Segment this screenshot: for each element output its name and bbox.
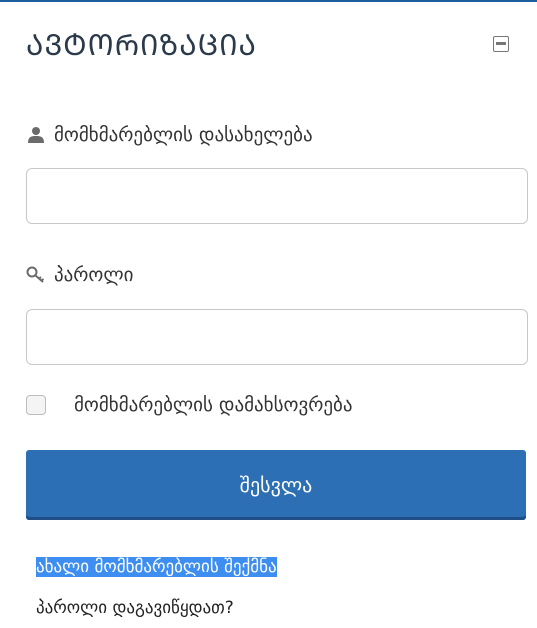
minus-square-icon[interactable] — [493, 36, 509, 52]
password-label-row: პაროლი — [26, 264, 133, 286]
login-panel: ᲐᲕᲢᲝᲠᲘᲖᲐᲪᲘᲐ მომხმარებლის დასახელება პარო… — [0, 0, 537, 628]
panel-title: ᲐᲕᲢᲝᲠᲘᲖᲐᲪᲘᲐ — [26, 27, 257, 62]
password-label: პაროლი — [54, 264, 134, 286]
login-button[interactable]: შესვლა — [26, 450, 526, 520]
remember-me-checkbox[interactable] — [26, 395, 46, 415]
create-account-link[interactable]: ახალი მომხმარებლის შექმნა — [36, 557, 277, 577]
remember-me-label[interactable]: მომხმარებლის დამახსოვრება — [74, 394, 352, 416]
username-label-row: მომხმარებლის დასახელება — [26, 124, 313, 146]
username-input[interactable] — [26, 168, 528, 224]
username-label: მომხმარებლის დასახელება — [54, 124, 313, 146]
password-input[interactable] — [26, 309, 528, 365]
forgot-password-link[interactable]: პაროლი დაგავიწყდათ? — [36, 598, 234, 618]
remember-me-row: მომხმარებლის დამახსოვრება — [26, 394, 352, 416]
panel-header: ᲐᲕᲢᲝᲠᲘᲖᲐᲪᲘᲐ — [26, 22, 517, 66]
key-icon — [26, 265, 46, 285]
user-icon — [26, 125, 46, 145]
